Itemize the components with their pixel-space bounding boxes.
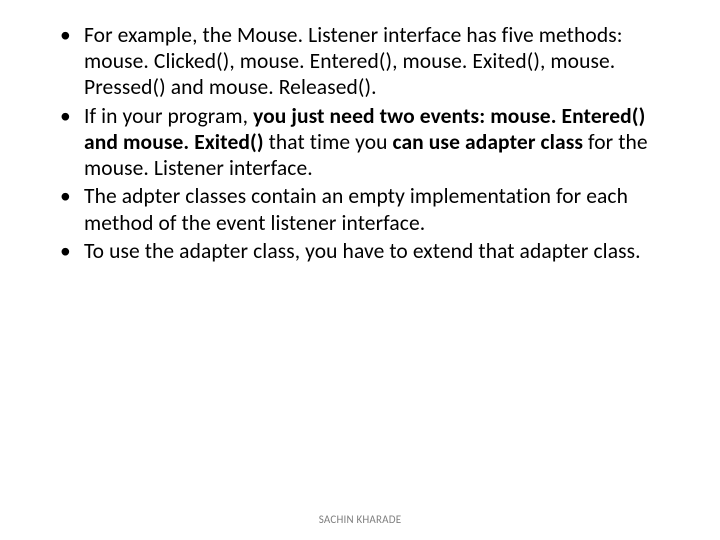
list-item: The adpter classes contain an empty impl…	[60, 183, 680, 235]
bullet-list: For example, the Mouse. Listener interfa…	[60, 22, 680, 264]
text: If in your program,	[84, 103, 253, 129]
bold-text: can use adapter class	[393, 129, 589, 155]
list-item: To use the adapter class, you have to ex…	[60, 238, 680, 264]
text: For example, the Mouse. Listener interfa…	[84, 22, 623, 100]
text: To use the adapter class, you have to ex…	[84, 238, 641, 264]
slide: For example, the Mouse. Listener interfa…	[0, 0, 720, 540]
text: The adpter classes contain an empty impl…	[84, 183, 628, 235]
text: that time you	[269, 129, 393, 155]
footer-author: SACHIN KHARADE	[0, 513, 720, 526]
list-item: For example, the Mouse. Listener interfa…	[60, 22, 680, 101]
list-item: If in your program, you just need two ev…	[60, 103, 680, 182]
